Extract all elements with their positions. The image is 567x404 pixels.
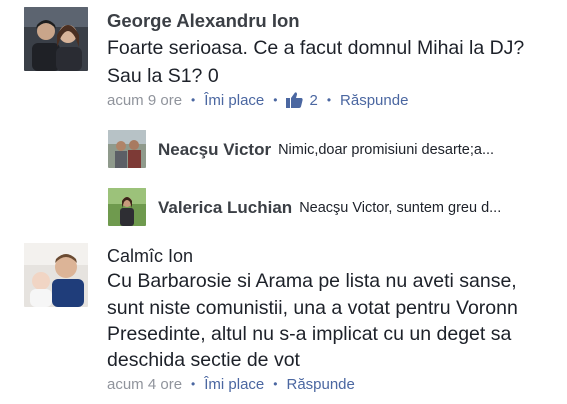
separator-dot: • [191, 377, 196, 391]
comment-text-line: Cu Barbarosie si Arama pe lista nu aveti… [107, 270, 517, 292]
separator-dot: • [326, 93, 332, 107]
timestamp[interactable]: acum 9 ore [107, 92, 182, 109]
avatar-george-alexandru-ion[interactable] [24, 7, 88, 71]
reply-2: Valerica Luchian Neacşu Victor, suntem g… [158, 197, 501, 219]
reply-author[interactable]: Neacşu Victor [158, 140, 271, 160]
reply-link[interactable]: Răspunde [286, 376, 354, 393]
avatar-neacsu-victor[interactable] [108, 130, 146, 168]
like-link[interactable]: Îmi place [204, 376, 264, 393]
reply-1: Neacşu Victor Nimic,doar promisiuni desa… [158, 139, 494, 161]
comment-meta: acum 9 ore • Îmi place • 2 • Răspunde [107, 90, 408, 110]
separator-dot: • [273, 377, 278, 391]
like-link[interactable]: Îmi place [204, 92, 264, 109]
reply-author[interactable]: Valerica Luchian [158, 198, 292, 218]
thumbs-up-icon[interactable] [286, 92, 304, 108]
comment-text-line: Sau la S1? 0 [107, 65, 219, 87]
avatar-calmic-ion[interactable] [24, 243, 88, 307]
comment-meta: acum 4 ore • Îmi place • Răspunde [107, 374, 355, 394]
reply-snippet[interactable]: Nimic,doar promisiuni desarte;a... [278, 142, 494, 158]
comment-text-line: Foarte serioasa. Ce a facut domnul Mihai… [107, 37, 525, 59]
comment-text-line: deschida sectie de vot [107, 349, 300, 371]
comment-text-line: sunt niste comunistii, una a votat pentr… [107, 297, 518, 319]
separator-dot: • [273, 93, 278, 107]
avatar-valerica-luchian[interactable] [108, 188, 146, 226]
comment-author[interactable]: Calmîc Ion [107, 246, 193, 267]
comment-author[interactable]: George Alexandru Ion [107, 10, 300, 32]
reply-link[interactable]: Răspunde [340, 92, 408, 109]
reaction-count[interactable]: 2 [309, 92, 317, 109]
comment-text-line: Presedinte, altul nu s-a implicat cu un … [107, 323, 512, 345]
separator-dot: • [191, 93, 196, 107]
reply-snippet[interactable]: Neacşu Victor, suntem greu d... [299, 200, 501, 216]
timestamp[interactable]: acum 4 ore [107, 376, 182, 393]
